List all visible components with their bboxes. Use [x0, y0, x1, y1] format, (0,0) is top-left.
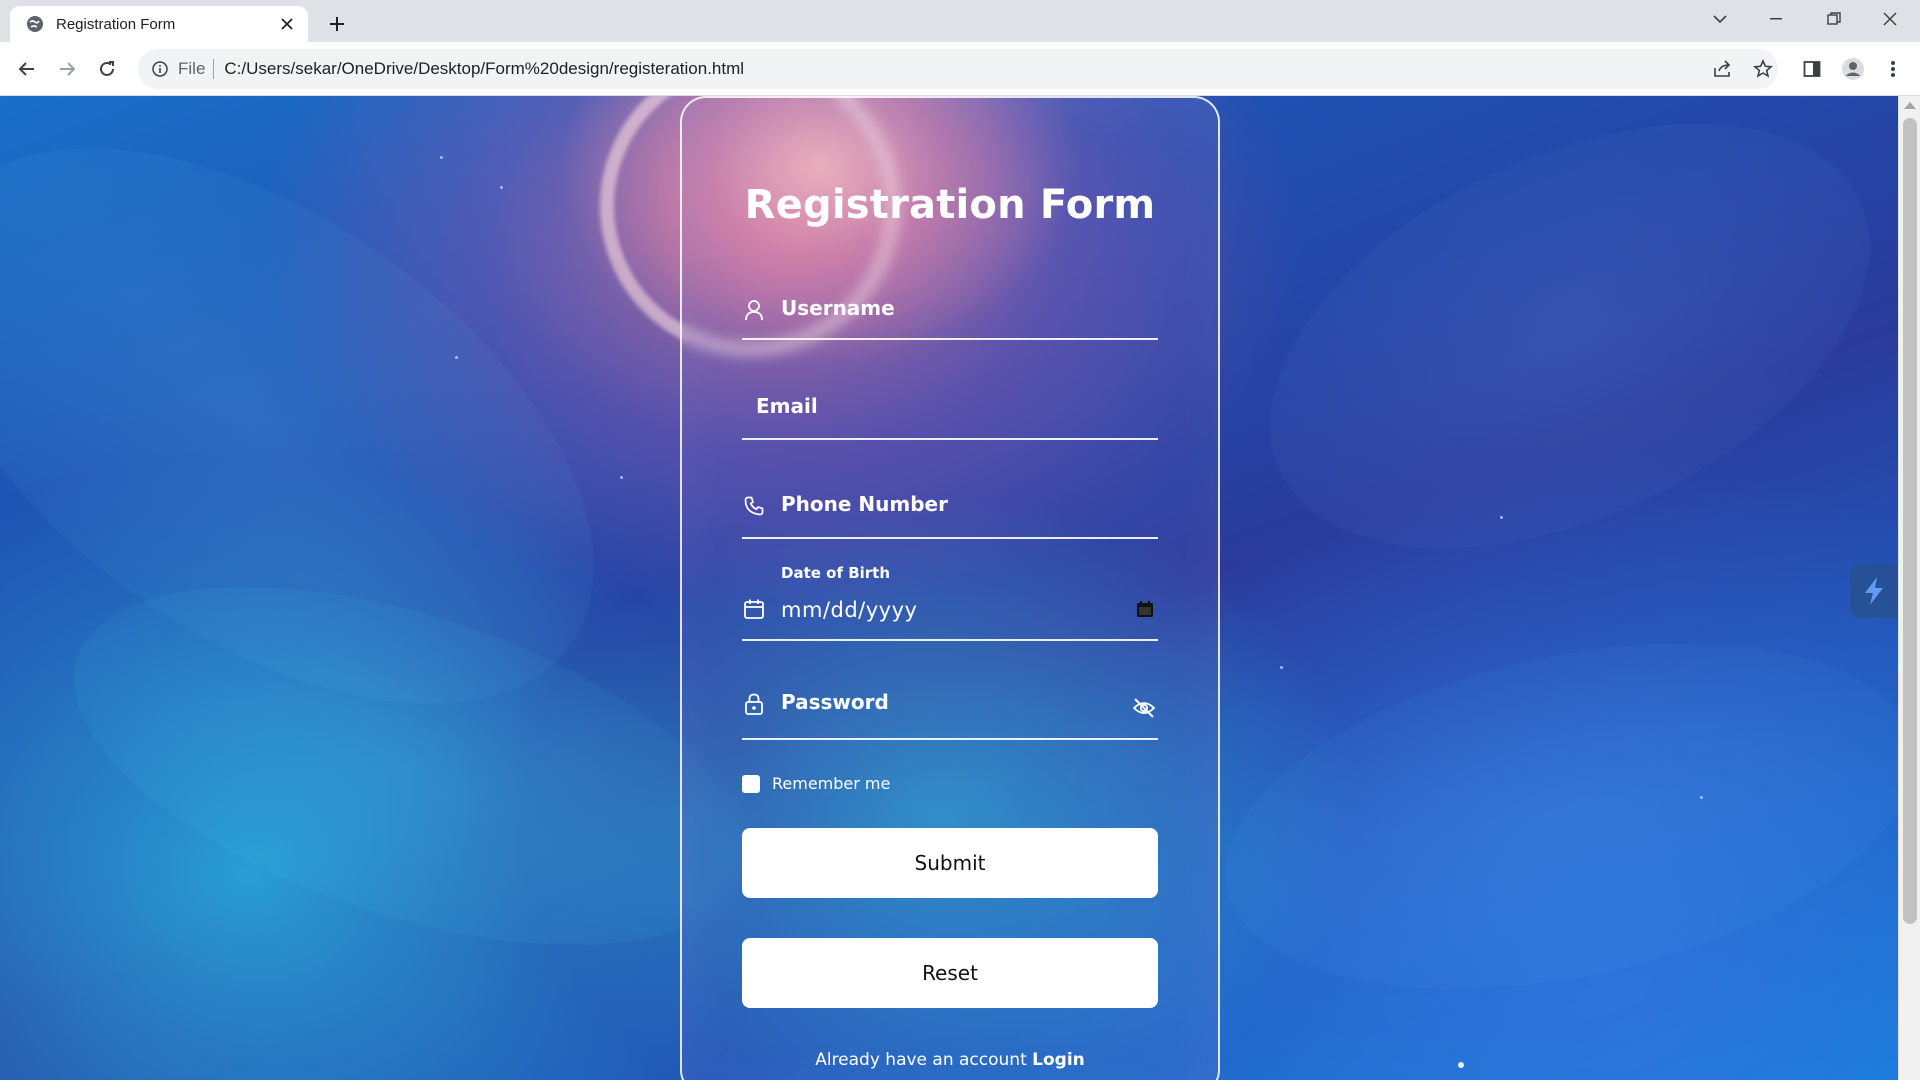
lock-icon	[742, 692, 766, 716]
close-window-icon[interactable]	[1862, 0, 1918, 38]
address-url[interactable]: C:/Users/sekar/OneDrive/Desktop/Form%20d…	[224, 59, 744, 79]
password-input[interactable]: Password	[781, 690, 889, 714]
background-streak	[1194, 586, 1898, 1046]
profile-avatar-icon[interactable]	[1838, 54, 1868, 84]
back-arrow-icon[interactable]	[12, 54, 42, 84]
reset-button[interactable]: Reset	[742, 938, 1158, 1008]
forward-arrow-icon[interactable]	[52, 54, 82, 84]
browser-toolbar: File C:/Users/sekar/OneDrive/Desktop/For…	[0, 42, 1920, 96]
registration-form-card: Registration Form Username Email Phone N…	[680, 96, 1220, 1080]
login-prompt-text: Already have an account	[815, 1050, 1027, 1070]
kebab-menu-icon[interactable]	[1878, 54, 1908, 84]
dob-input[interactable]: mm/dd/yyyy	[781, 598, 917, 622]
dob-label: Date of Birth	[781, 564, 891, 582]
eye-off-icon[interactable]	[1132, 696, 1156, 720]
bookmark-star-icon[interactable]	[1748, 54, 1778, 84]
submit-button[interactable]: Submit	[742, 828, 1158, 898]
dob-field[interactable]: Date of Birth mm/dd/yyyy	[742, 564, 1158, 641]
page-scrollbar[interactable]	[1898, 96, 1920, 1080]
reload-icon[interactable]	[92, 54, 122, 84]
background-star	[455, 356, 458, 359]
phone-field[interactable]: Phone Number	[742, 466, 1158, 539]
side-panel-icon[interactable]	[1797, 54, 1827, 84]
remember-me-checkbox[interactable]	[742, 774, 760, 793]
scroll-up-arrow-icon[interactable]	[1904, 102, 1916, 109]
phone-input[interactable]: Phone Number	[781, 492, 948, 516]
tab-search-icon[interactable]	[1692, 0, 1748, 38]
background-star	[620, 476, 623, 479]
email-input[interactable]: Email	[756, 394, 818, 418]
new-tab-button[interactable]	[322, 9, 352, 39]
password-field[interactable]: Password	[742, 666, 1158, 740]
username-input[interactable]: Username	[781, 296, 895, 320]
background-streak	[1203, 96, 1898, 635]
background-star	[1500, 516, 1503, 519]
form-title: Registration Form	[744, 182, 1156, 228]
phone-icon	[742, 494, 766, 518]
remember-me-row[interactable]: Remember me	[742, 774, 890, 793]
lightning-icon	[1865, 577, 1883, 605]
browser-tab[interactable]: Registration Form	[10, 6, 308, 42]
browser-tab-strip: Registration Form	[0, 0, 1920, 42]
background-star	[500, 186, 503, 189]
page-background: Registration Form Username Email Phone N…	[0, 96, 1898, 1080]
background-star	[1280, 666, 1283, 669]
extension-side-widget[interactable]	[1850, 564, 1898, 618]
calendar-icon	[742, 597, 766, 621]
scrollbar-thumb[interactable]	[1903, 118, 1917, 924]
restore-icon[interactable]	[1806, 0, 1862, 38]
background-star	[1458, 1062, 1464, 1068]
email-field[interactable]: Email	[742, 366, 1158, 440]
info-icon[interactable]	[150, 59, 170, 79]
minimize-icon[interactable]	[1748, 0, 1804, 38]
background-star	[1700, 796, 1703, 799]
share-icon[interactable]	[1708, 54, 1738, 84]
login-prompt: Already have an account Login	[682, 1050, 1218, 1070]
username-field[interactable]: Username	[742, 234, 1158, 340]
user-icon	[742, 298, 766, 322]
address-bar[interactable]: File C:/Users/sekar/OneDrive/Desktop/For…	[138, 49, 1778, 89]
remember-me-label[interactable]: Remember me	[772, 774, 890, 793]
address-scheme: File	[178, 59, 215, 79]
calendar-picker-icon[interactable]	[1136, 600, 1156, 620]
login-link[interactable]: Login	[1032, 1050, 1085, 1070]
close-tab-icon[interactable]	[276, 13, 298, 35]
background-star	[440, 156, 443, 159]
globe-icon	[26, 15, 44, 33]
tab-title: Registration Form	[56, 15, 176, 33]
